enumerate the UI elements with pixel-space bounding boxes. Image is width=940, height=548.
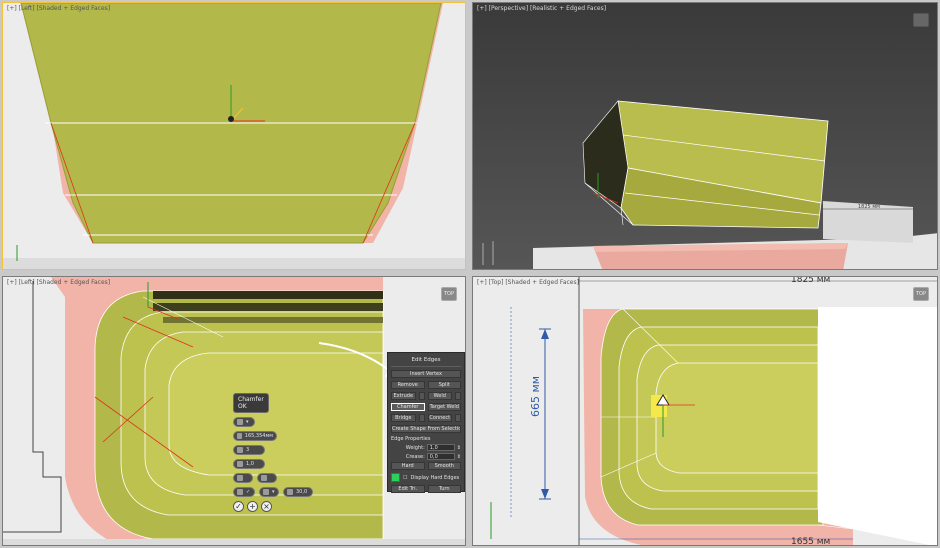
smooth-threshold-field[interactable]: 30,0 xyxy=(283,487,313,497)
apply-button[interactable]: + xyxy=(247,501,258,512)
segments-value: 3 xyxy=(246,447,250,453)
edit-edges-title[interactable]: Edit Edges xyxy=(391,355,461,367)
viewcube-icon[interactable]: TOP xyxy=(913,287,929,301)
segments-icon xyxy=(237,447,243,453)
chamfer-tension-field[interactable]: 1,0 xyxy=(233,459,265,469)
dimension-depth-label: 665 мм xyxy=(529,375,542,417)
smooth-icon xyxy=(237,489,243,495)
chamfer-type-dropdown[interactable]: ▾ xyxy=(233,417,255,427)
remove-button[interactable]: Remove xyxy=(391,381,425,389)
threshold-value: 30,0 xyxy=(296,489,308,495)
hard-edge-color-swatch[interactable] xyxy=(391,473,400,482)
check-icon: ✓ xyxy=(235,502,242,511)
crease-label: Crease: xyxy=(405,453,425,460)
viewcube-icon[interactable]: TOP xyxy=(441,287,457,301)
connect-settings-button[interactable] xyxy=(455,414,461,422)
extrude-button[interactable]: Extrude xyxy=(391,392,416,400)
viewcube-icon[interactable] xyxy=(913,13,929,27)
bathtub-mesh-left[interactable] xyxy=(3,3,466,270)
target-weld-button[interactable]: Target Weld xyxy=(427,403,461,411)
bathtub-mesh-top[interactable] xyxy=(473,277,938,546)
check-icon: ✓ xyxy=(246,489,251,495)
viewport-label[interactable]: [+] [Left] [Shaded + Edged Faces] xyxy=(7,279,110,286)
amount-icon xyxy=(237,433,242,439)
invert-toggle[interactable] xyxy=(257,473,277,483)
threshold-icon xyxy=(287,489,293,495)
viewport-label[interactable]: [+] [Perspective] [Realistic + Edged Fac… xyxy=(477,5,606,12)
bridge-button[interactable]: Bridge xyxy=(391,414,416,422)
smooth-button[interactable]: Smooth xyxy=(427,462,461,470)
tension-icon xyxy=(237,461,243,467)
chamfer-button[interactable]: Chamfer xyxy=(391,403,425,411)
weld-button[interactable]: Weld xyxy=(427,392,452,400)
caddy-header[interactable]: Chamfer OK xyxy=(233,393,269,413)
crease-field[interactable]: 0,0 xyxy=(426,453,455,460)
caddy-subtitle: OK xyxy=(238,403,247,410)
viewport-label[interactable]: [+] [Left] [Shaded + Edged Faces] xyxy=(7,5,110,12)
edit-tri-button[interactable]: Edit Tri. xyxy=(391,485,425,493)
close-icon: × xyxy=(263,502,270,511)
cancel-button[interactable]: × xyxy=(261,501,272,512)
turn-button[interactable]: Turn xyxy=(427,485,461,493)
connect-button[interactable]: Connect xyxy=(427,414,452,422)
open-chamfer-toggle[interactable] xyxy=(233,473,253,483)
create-shape-button[interactable]: Create Shape From Selection xyxy=(391,425,461,433)
extrude-settings-button[interactable] xyxy=(418,392,425,400)
bathtub-mesh-perspective[interactable] xyxy=(473,3,938,270)
edge-properties-label: Edge Properties xyxy=(391,436,431,442)
tension-value: 1,0 xyxy=(246,461,254,467)
hard-button[interactable]: Hard xyxy=(391,462,425,470)
viewport-left-top[interactable]: [+] [Left] [Shaded + Edged Faces] xyxy=(2,2,466,270)
caddy-title: Chamfer xyxy=(238,396,264,403)
chevron-down-icon: ▾ xyxy=(272,489,275,495)
chevron-down-icon: ▾ xyxy=(246,419,249,425)
spinner-icon[interactable]: ⇕ xyxy=(457,445,461,451)
edit-edges-panel[interactable]: Edit Edges Insert Vertex Remove Split Ex… xyxy=(387,352,465,493)
chamfer-type-icon xyxy=(237,419,243,425)
amount-value: 165,354мм xyxy=(244,433,273,439)
weight-field[interactable]: 1,0 xyxy=(426,444,455,451)
display-hard-edges-checkbox[interactable]: ☐ xyxy=(403,475,407,481)
spinner-icon[interactable]: ⇕ xyxy=(457,454,461,460)
invert-icon xyxy=(261,475,267,481)
smooth-type-icon xyxy=(263,489,269,495)
dimension-width-label: 1825 мм xyxy=(791,276,831,285)
chamfer-amount-field[interactable]: 165,354мм xyxy=(233,431,277,441)
chamfer-caddy[interactable]: Chamfer OK ▾ 165,354мм 3 1,0 ✓ ▾ 30,0 ✓ … xyxy=(233,393,323,512)
dimension-label: 1825 мм xyxy=(858,204,880,210)
bridge-settings-button[interactable] xyxy=(418,414,425,422)
viewport-top[interactable]: [+] [Top] [Shaded + Edged Faces] TOP 182… xyxy=(472,276,938,546)
weld-settings-button[interactable] xyxy=(455,392,461,400)
dimension-bottom-label: 1655 мм xyxy=(791,537,831,546)
smooth-toggle[interactable]: ✓ xyxy=(233,487,255,497)
viewport-perspective[interactable]: [+] [Perspective] [Realistic + Edged Fac… xyxy=(472,2,938,270)
weight-label: Weight: xyxy=(405,444,425,451)
ok-button[interactable]: ✓ xyxy=(233,501,244,512)
insert-vertex-button[interactable]: Insert Vertex xyxy=(391,370,461,378)
chamfer-segments-field[interactable]: 3 xyxy=(233,445,265,455)
open-chamfer-icon xyxy=(237,475,243,481)
smooth-type-dropdown[interactable]: ▾ xyxy=(259,487,279,497)
split-button[interactable]: Split xyxy=(427,381,461,389)
display-hard-edges-label: Display Hard Edges xyxy=(410,474,460,481)
viewport-left-bottom[interactable]: [+] [Left] [Shaded + Edged Faces] TOP Ch… xyxy=(2,276,466,546)
viewport-label[interactable]: [+] [Top] [Shaded + Edged Faces] xyxy=(477,279,579,286)
plus-icon: + xyxy=(249,502,256,511)
